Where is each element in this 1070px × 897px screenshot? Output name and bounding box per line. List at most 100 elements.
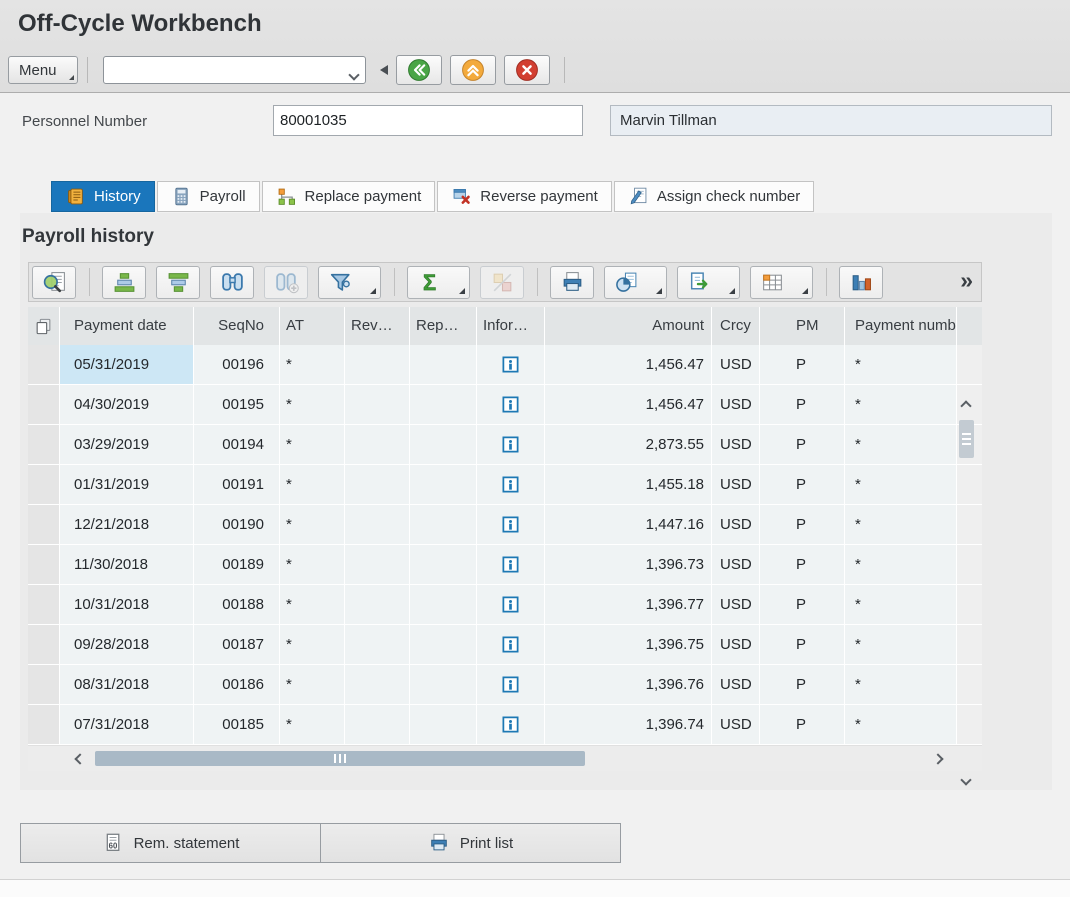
column-header-seqno[interactable]: SeqNo (194, 307, 280, 345)
payment-number-cell[interactable]: * (845, 545, 957, 585)
at-cell[interactable]: * (280, 385, 345, 425)
seqno-cell[interactable]: 00189 (194, 545, 280, 585)
rev-cell[interactable] (345, 625, 410, 665)
table-row[interactable]: 11/30/2018 00189 * 1,396.73 USD P * (28, 545, 982, 585)
sort-descending-button[interactable] (156, 266, 200, 299)
pm-cell[interactable]: P (760, 505, 845, 545)
column-header-payment-date[interactable]: Payment date (60, 307, 194, 345)
information-cell[interactable] (477, 345, 545, 385)
at-cell[interactable]: * (280, 345, 345, 385)
column-header-rep[interactable]: Rep… (410, 307, 477, 345)
amount-cell[interactable]: 1,456.47 (545, 385, 712, 425)
information-cell[interactable] (477, 585, 545, 625)
at-cell[interactable]: * (280, 705, 345, 745)
information-cell[interactable] (477, 705, 545, 745)
rev-cell[interactable] (345, 705, 410, 745)
payment-number-cell[interactable]: * (845, 625, 957, 665)
filter-button[interactable] (318, 266, 381, 299)
rev-cell[interactable] (345, 545, 410, 585)
rev-cell[interactable] (345, 505, 410, 545)
personnel-number-input[interactable] (273, 105, 583, 136)
rep-cell[interactable] (410, 425, 477, 465)
seqno-cell[interactable]: 00196 (194, 345, 280, 385)
row-selector-cell[interactable] (28, 545, 60, 585)
information-cell[interactable] (477, 625, 545, 665)
exit-button[interactable] (450, 55, 496, 85)
amount-cell[interactable]: 2,873.55 (545, 425, 712, 465)
information-cell[interactable] (477, 425, 545, 465)
information-icon[interactable] (501, 395, 520, 414)
row-selector-cell[interactable] (28, 505, 60, 545)
column-header-info[interactable]: Infor… (477, 307, 545, 345)
information-icon[interactable] (501, 555, 520, 574)
row-selector-cell[interactable] (28, 345, 60, 385)
column-header-crcy[interactable]: Crcy (712, 307, 760, 345)
at-cell[interactable]: * (280, 665, 345, 705)
payment-number-cell[interactable]: * (845, 425, 957, 465)
payment-date-cell[interactable]: 07/31/2018 (60, 705, 194, 745)
sort-ascending-button[interactable] (102, 266, 146, 299)
pm-cell[interactable]: P (760, 345, 845, 385)
payment-date-cell[interactable]: 10/31/2018 (60, 585, 194, 625)
rep-cell[interactable] (410, 665, 477, 705)
amount-cell[interactable]: 1,396.74 (545, 705, 712, 745)
payment-number-cell[interactable]: * (845, 705, 957, 745)
seqno-cell[interactable]: 00194 (194, 425, 280, 465)
at-cell[interactable]: * (280, 585, 345, 625)
rep-cell[interactable] (410, 585, 477, 625)
table-row[interactable]: 07/31/2018 00185 * 1,396.74 USD P * (28, 705, 982, 745)
information-icon[interactable] (501, 355, 520, 374)
information-cell[interactable] (477, 385, 545, 425)
pm-cell[interactable]: P (760, 705, 845, 745)
information-icon[interactable] (501, 675, 520, 694)
vertical-scrollbar[interactable] (957, 394, 978, 794)
crcy-cell[interactable]: USD (712, 505, 760, 545)
information-icon[interactable] (501, 475, 520, 494)
information-cell[interactable] (477, 465, 545, 505)
information-cell[interactable] (477, 665, 545, 705)
amount-cell[interactable]: 1,396.77 (545, 585, 712, 625)
table-row[interactable]: 01/31/2019 00191 * 1,455.18 USD P * (28, 465, 982, 505)
rem-statement-button[interactable]: 60 Rem. statement (20, 823, 321, 863)
crcy-cell[interactable]: USD (712, 465, 760, 505)
rev-cell[interactable] (345, 345, 410, 385)
column-header-amount[interactable]: Amount (545, 307, 712, 345)
more-buttons[interactable]: » (960, 267, 971, 294)
row-selector-cell[interactable] (28, 705, 60, 745)
seqno-cell[interactable]: 00190 (194, 505, 280, 545)
sum-button[interactable]: Σ (407, 266, 470, 299)
tab-history[interactable]: History (51, 181, 155, 212)
information-icon[interactable] (501, 635, 520, 654)
column-header-at[interactable]: AT (280, 307, 345, 345)
payment-number-cell[interactable]: * (845, 385, 957, 425)
pm-cell[interactable]: P (760, 465, 845, 505)
rep-cell[interactable] (410, 465, 477, 505)
at-cell[interactable]: * (280, 425, 345, 465)
crcy-cell[interactable]: USD (712, 705, 760, 745)
pm-cell[interactable]: P (760, 385, 845, 425)
amount-cell[interactable]: 1,455.18 (545, 465, 712, 505)
seqno-cell[interactable]: 00187 (194, 625, 280, 665)
payment-date-cell[interactable]: 05/31/2019 (60, 345, 194, 385)
rep-cell[interactable] (410, 505, 477, 545)
payment-number-cell[interactable]: * (845, 585, 957, 625)
payment-number-cell[interactable]: * (845, 345, 957, 385)
information-cell[interactable] (477, 545, 545, 585)
crcy-cell[interactable]: USD (712, 665, 760, 705)
column-header-pm[interactable]: PM (760, 307, 845, 345)
scroll-up-icon[interactable] (960, 400, 971, 411)
row-selector-cell[interactable] (28, 585, 60, 625)
information-cell[interactable] (477, 505, 545, 545)
cancel-button[interactable] (504, 55, 550, 85)
column-header-rev[interactable]: Rev… (345, 307, 410, 345)
back-button[interactable] (396, 55, 442, 85)
table-row[interactable]: 09/28/2018 00187 * 1,396.75 USD P * (28, 625, 982, 665)
print-button[interactable] (550, 266, 594, 299)
at-cell[interactable]: * (280, 545, 345, 585)
payment-date-cell[interactable]: 04/30/2019 (60, 385, 194, 425)
table-row[interactable]: 04/30/2019 00195 * 1,456.47 USD P * (28, 385, 982, 425)
details-button[interactable] (32, 266, 76, 299)
information-icon[interactable] (501, 595, 520, 614)
tab-reverse-payment[interactable]: Reverse payment (437, 181, 612, 212)
pm-cell[interactable]: P (760, 585, 845, 625)
